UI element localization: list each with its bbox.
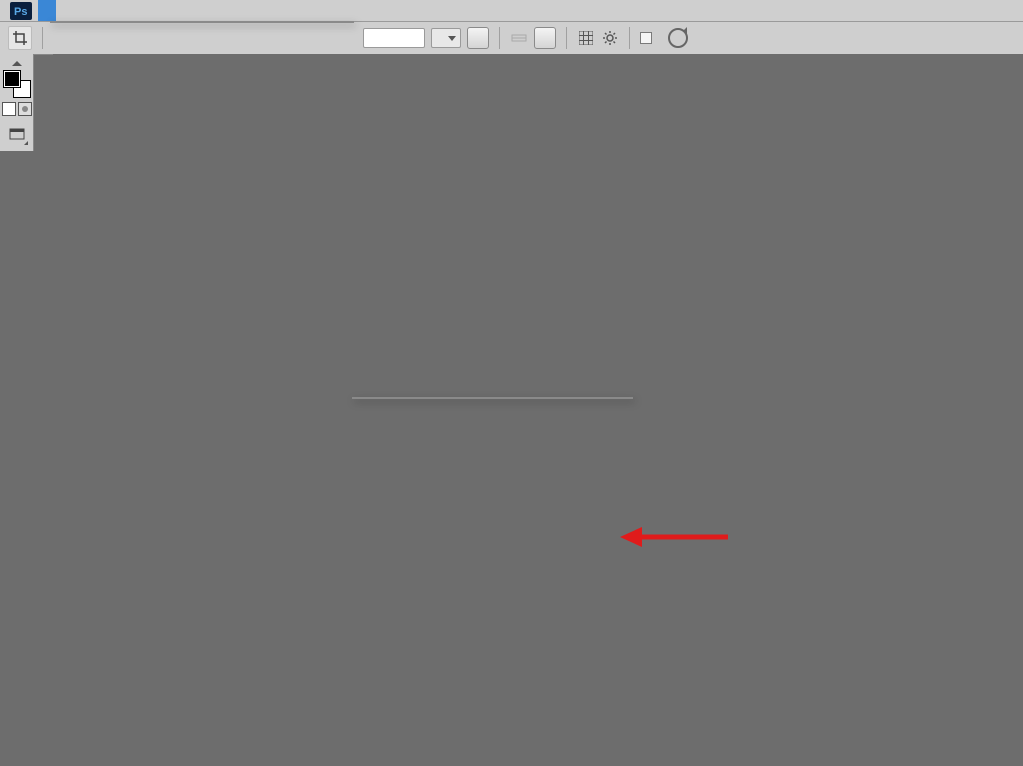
menu-filter[interactable] <box>146 0 164 21</box>
width-field[interactable] <box>363 28 425 48</box>
menu-file[interactable] <box>38 0 56 21</box>
gear-icon[interactable] <box>601 29 619 47</box>
app-logo: Ps <box>4 0 38 21</box>
tool-preset-button[interactable] <box>8 26 32 50</box>
clear-button[interactable] <box>467 27 489 49</box>
chevron-down-icon <box>448 36 456 41</box>
menu-edit[interactable] <box>56 0 74 21</box>
menu-view[interactable] <box>182 0 200 21</box>
separator <box>629 27 630 49</box>
toolbox-collapse[interactable] <box>0 58 33 68</box>
menubar: Ps <box>0 0 1023 22</box>
menu-select[interactable] <box>128 0 146 21</box>
svg-text:Ps: Ps <box>14 6 27 18</box>
menu-3d[interactable] <box>164 0 182 21</box>
quickmask-mode[interactable] <box>18 102 32 116</box>
options-bar <box>0 22 1023 55</box>
delete-cropped-checkbox[interactable] <box>640 32 652 44</box>
units-select[interactable] <box>431 28 461 48</box>
color-swatches[interactable] <box>3 70 31 98</box>
toolbox <box>0 54 34 151</box>
menu-text[interactable] <box>110 0 128 21</box>
file-menu-dropdown <box>50 21 354 23</box>
menu-layers[interactable] <box>92 0 110 21</box>
separator <box>499 27 500 49</box>
grid-icon[interactable] <box>577 29 595 47</box>
menu-window[interactable] <box>200 0 218 21</box>
straighten-button[interactable] <box>534 27 556 49</box>
straighten-icon <box>510 29 528 47</box>
foreground-swatch[interactable] <box>3 70 21 88</box>
automation-submenu <box>352 397 633 399</box>
menu-image[interactable] <box>74 0 92 21</box>
standard-mode[interactable] <box>2 102 16 116</box>
screenmode-button[interactable] <box>3 122 30 147</box>
menu-help[interactable] <box>218 0 236 21</box>
separator <box>42 27 43 49</box>
canvas-area[interactable] <box>53 54 1023 766</box>
reset-icon[interactable] <box>668 28 688 48</box>
separator <box>566 27 567 49</box>
